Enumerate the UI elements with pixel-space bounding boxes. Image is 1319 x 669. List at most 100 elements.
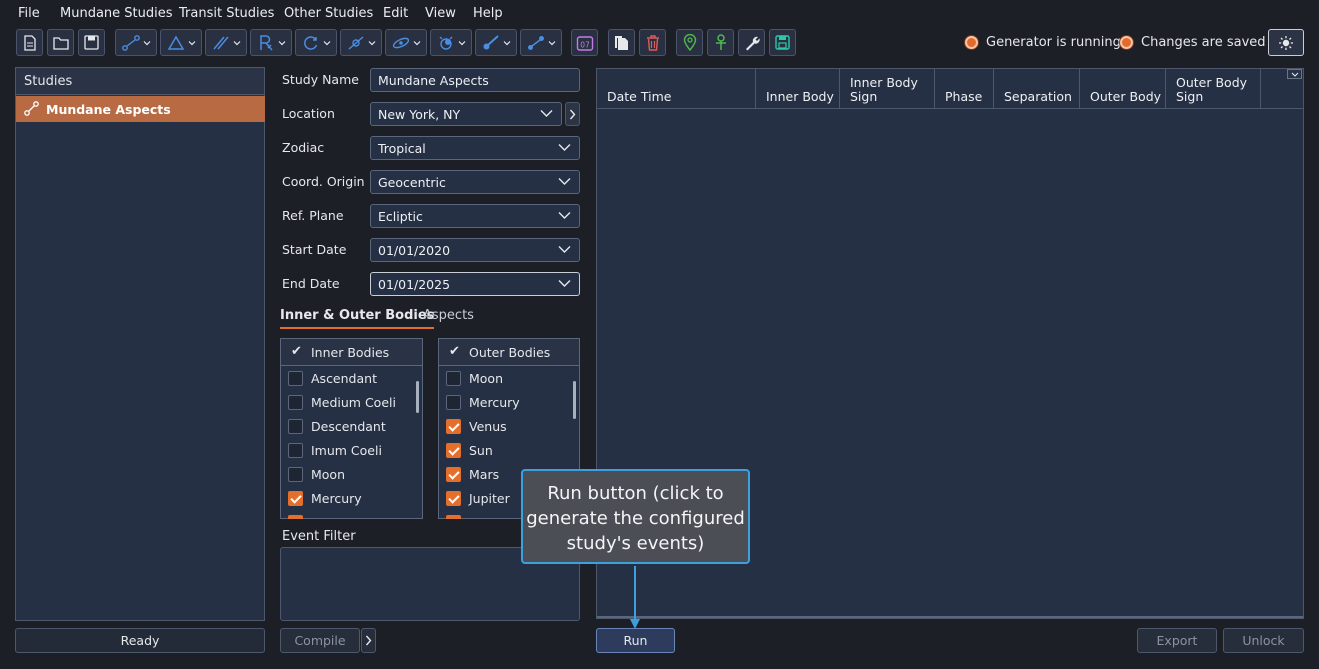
settings-button[interactable] (738, 29, 765, 56)
tab-aspects[interactable]: Aspects (423, 308, 474, 323)
callout-arrow-icon (630, 566, 640, 629)
tab-inner-outer-bodies[interactable]: Inner & Outer Bodies (280, 308, 435, 329)
menu-mundane-studies[interactable]: Mundane Studies (60, 6, 173, 21)
menu-help[interactable]: Help (473, 6, 503, 21)
menu-transit-studies[interactable]: Transit Studies (179, 6, 274, 21)
start-date-picker[interactable]: 01/01/2020 (370, 238, 580, 262)
cycle-dropdown-button[interactable] (295, 29, 337, 56)
eclipse-dropdown-button[interactable] (430, 29, 472, 56)
connect-icon (528, 35, 544, 50)
scrollbar[interactable] (416, 381, 419, 413)
list-item[interactable]: Descendant (281, 415, 422, 439)
save-button[interactable] (78, 29, 105, 56)
list-item[interactable]: Imum Coeli (281, 439, 422, 463)
horizontal-scrollbar[interactable] (597, 616, 1303, 618)
open-button[interactable] (47, 29, 74, 56)
unlock-button[interactable]: Unlock (1223, 628, 1304, 653)
study-list-item[interactable]: Mundane Aspects (16, 96, 265, 122)
column-header[interactable]: Phase (935, 69, 994, 108)
ref-plane-label: Ref. Plane (282, 208, 344, 223)
location-button[interactable] (676, 29, 703, 56)
calendar-button[interactable]: 07 (571, 29, 598, 56)
aspect-line-icon (24, 101, 39, 116)
comet-dropdown-button[interactable] (475, 29, 517, 56)
checkbox[interactable] (446, 467, 461, 482)
checkbox[interactable] (446, 371, 461, 386)
copy-button[interactable] (608, 29, 635, 56)
checkbox (288, 515, 303, 519)
study-name-input[interactable]: Mundane Aspects (370, 68, 580, 92)
end-date-picker[interactable]: 01/01/2025 (370, 272, 580, 296)
triangle-dropdown-button[interactable] (160, 29, 202, 56)
menu-edit[interactable]: Edit (383, 6, 408, 21)
export-button[interactable]: Export (1137, 628, 1217, 653)
menu-file[interactable]: File (18, 6, 40, 21)
chevron-down-icon (558, 144, 571, 151)
orbit-dropdown-button[interactable] (385, 29, 427, 56)
checkbox[interactable] (288, 371, 303, 386)
list-item[interactable]: Ascendant (281, 367, 422, 391)
column-header[interactable]: Inner Body (756, 69, 840, 108)
zodiac-select[interactable]: Tropical (370, 136, 580, 160)
menu-other-studies[interactable]: Other Studies (284, 6, 373, 21)
chevron-down-icon (558, 178, 571, 185)
study-list-item-label: Mundane Aspects (46, 102, 171, 117)
ref-plane-select[interactable]: Ecliptic (370, 204, 580, 228)
location-select[interactable]: New York, NY (370, 102, 562, 126)
orbit-icon (392, 37, 410, 48)
aspect-dropdown-button[interactable] (115, 29, 157, 56)
column-header-label: Separation (1004, 89, 1072, 104)
checkbox[interactable] (288, 491, 303, 506)
theme-toggle-button[interactable] (1268, 29, 1304, 56)
checkbox[interactable] (446, 443, 461, 458)
chevron-down-icon (413, 40, 421, 45)
list-item[interactable]: Moon (281, 463, 422, 487)
node-dropdown-button[interactable] (340, 29, 382, 56)
column-header[interactable]: Outer Body Sign (1166, 69, 1261, 108)
checkbox[interactable] (446, 491, 461, 506)
start-date-value: 01/01/2020 (378, 243, 451, 258)
chevron-down-icon (558, 212, 571, 219)
list-item[interactable]: Medium Coeli (281, 391, 422, 415)
column-chooser-button[interactable] (1287, 69, 1302, 79)
coord-origin-select[interactable]: Geocentric (370, 170, 580, 194)
list-item-partial (281, 511, 422, 519)
save-layout-button[interactable] (769, 29, 796, 56)
list-item[interactable]: Mercury (439, 391, 579, 415)
inner-bodies-header[interactable]: ✔ Inner Bodies (281, 339, 422, 366)
coord-origin-label: Coord. Origin (282, 174, 365, 189)
checkbox[interactable] (446, 395, 461, 410)
column-header[interactable]: Date Time (597, 69, 756, 108)
location-label: Location (282, 106, 335, 121)
checkbox[interactable] (288, 443, 303, 458)
scrollbar[interactable] (573, 381, 576, 419)
list-item[interactable]: Moon (439, 367, 579, 391)
checkbox[interactable] (288, 395, 303, 410)
compile-options-button[interactable] (361, 628, 376, 653)
list-item[interactable]: Venus (439, 415, 579, 439)
menu-view[interactable]: View (425, 6, 456, 21)
retrograde-dropdown-button[interactable] (250, 29, 292, 56)
parallel-dropdown-button[interactable] (205, 29, 247, 56)
status-ready: Ready (15, 628, 265, 653)
checkbox[interactable] (288, 419, 303, 434)
chevron-down-icon (558, 280, 571, 287)
list-item[interactable]: Sun (439, 439, 579, 463)
cycle-icon (304, 35, 318, 50)
column-header[interactable]: Outer Body (1080, 69, 1166, 108)
calendar-icon: 07 (576, 35, 593, 51)
column-header[interactable]: Separation (994, 69, 1080, 108)
list-item[interactable]: Mercury (281, 487, 422, 511)
connect-dropdown-button[interactable] (520, 29, 562, 56)
checkbox[interactable] (288, 467, 303, 482)
ankh-button[interactable] (707, 29, 734, 56)
checkbox[interactable] (446, 419, 461, 434)
new-file-button[interactable] (16, 29, 43, 56)
compile-button[interactable]: Compile (280, 628, 360, 653)
column-header[interactable]: Inner Body Sign (840, 69, 935, 108)
delete-button[interactable] (639, 29, 666, 56)
location-more-button[interactable] (565, 102, 580, 126)
zodiac-value: Tropical (378, 141, 426, 156)
list-item-label: Mercury (469, 395, 520, 410)
outer-bodies-header[interactable]: ✔ Outer Bodies (439, 339, 579, 366)
